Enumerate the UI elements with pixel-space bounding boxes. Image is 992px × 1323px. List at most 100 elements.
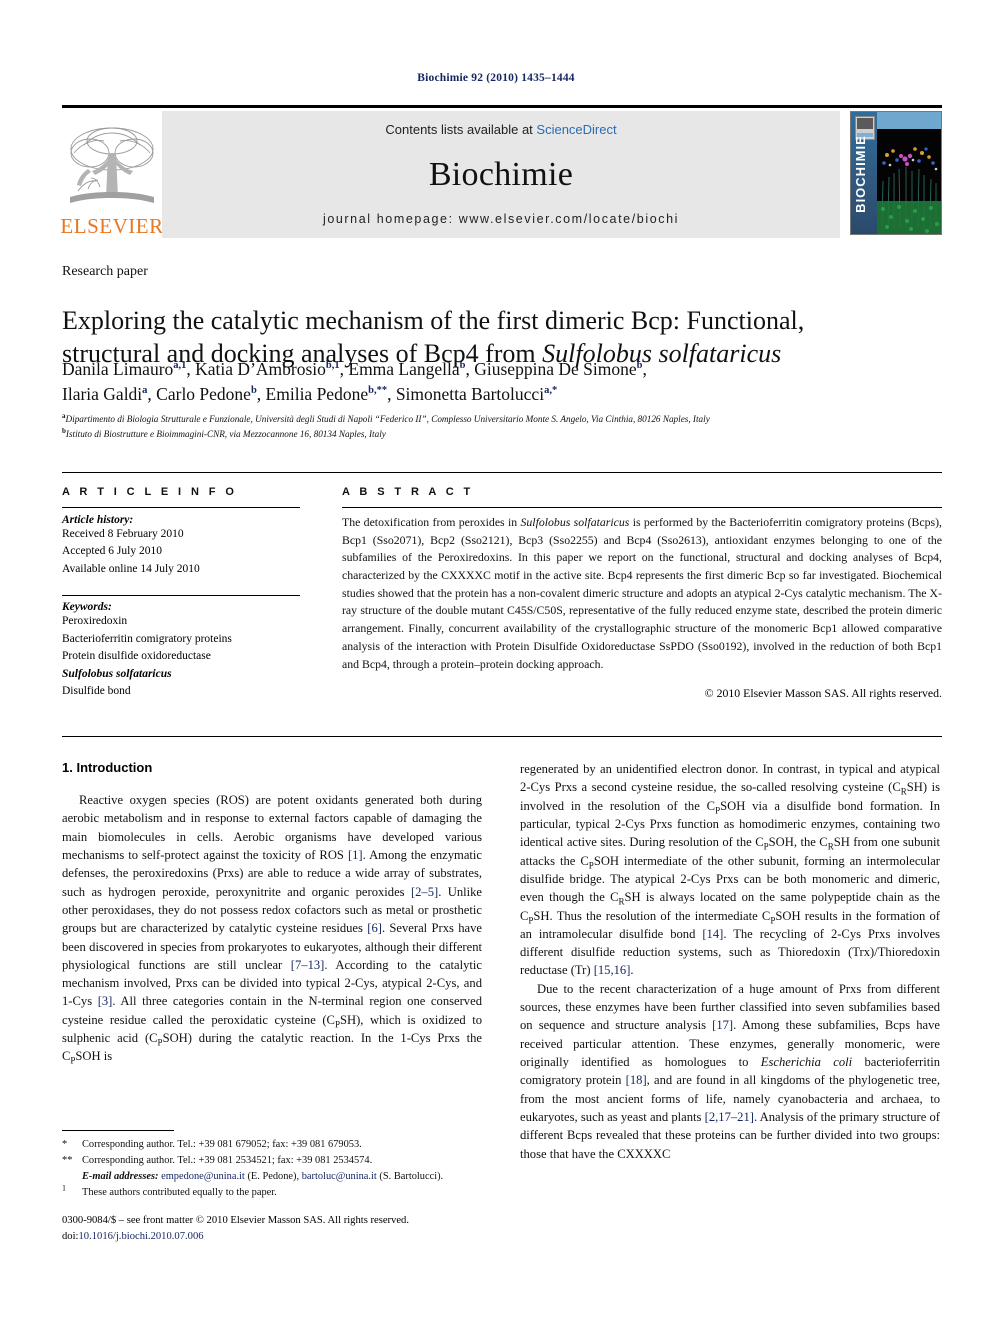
cover-journal-name: BIOCHIMIE — [853, 135, 868, 213]
keyword-item: Peroxiredoxin — [62, 615, 128, 628]
author-separator: , — [387, 383, 396, 404]
email-owner-pedone: (E. Pedone), — [247, 1171, 300, 1183]
footnote-text: These authors contributed equally to the… — [82, 1187, 277, 1199]
email-link-bartolucci[interactable]: bartoluc@unina.it — [302, 1171, 377, 1182]
elsevier-logo: ELSEVIER — [60, 111, 164, 238]
divider-abstract-top — [342, 507, 942, 508]
keyword-item: Protein disulfide oxidoreductase — [62, 650, 211, 663]
author-name: Simonetta Bartolucci — [395, 383, 545, 404]
abstract-heading: A B S T R A C T — [342, 486, 474, 498]
author: Danila Limauroa,1, — [62, 359, 195, 379]
author: Carlo Pedoneb, — [156, 384, 265, 404]
divider-above-abstract — [62, 472, 942, 473]
author-affiliation-mark: a,* — [544, 385, 558, 397]
doi-label: doi: — [62, 1230, 79, 1242]
author: Giuseppina De Simoneb, — [474, 359, 647, 379]
footnote-mark: * — [62, 1139, 68, 1150]
divider-info-top — [62, 507, 300, 508]
divider-keywords-top — [62, 595, 300, 597]
keyword-item: Bacterioferritin comigratory proteins — [62, 632, 232, 645]
footnote-block: * Corresponding author. Tel.: +39 081 679… — [62, 1130, 482, 1202]
keywords-block: Keywords: Peroxiredoxin Bacterioferritin… — [62, 595, 300, 700]
keyword-item: Disulfide bond — [62, 685, 131, 698]
elsevier-wordmark: ELSEVIER — [60, 214, 164, 238]
doi-line: doi:10.1016/j.biochi.2010.07.006 — [62, 1229, 522, 1245]
abstract-copyright: © 2010 Elsevier Masson SAS. All rights r… — [704, 686, 942, 701]
affiliation-text: Istituto di Biostrutture e Bioimmagini-C… — [65, 428, 386, 439]
author-separator: , — [465, 359, 475, 379]
article-info-heading: A R T I C L E I N F O — [62, 486, 238, 498]
author: Katia D’Ambrosiob,1, — [195, 359, 348, 379]
email-addresses-label: E-mail addresses: — [82, 1171, 159, 1183]
footnote-corresponding-2: ** Corresponding author. Tel.: +39 081 25… — [62, 1153, 482, 1169]
affiliation-text: Dipartimento di Biologia Strutturale e F… — [65, 414, 710, 424]
author-name: Emilia Pedone — [265, 383, 369, 404]
author: Emma Langellab, — [348, 359, 474, 379]
cover-top-band — [877, 112, 941, 129]
author-affiliation-mark: b,1 — [325, 360, 340, 372]
history-accepted: Accepted 6 July 2010 — [62, 545, 162, 558]
journal-title: Biochimie — [428, 155, 574, 193]
footnote-equal-contribution: 1 These authors contributed equally to th… — [62, 1183, 482, 1201]
masthead-center: Contents lists available at ScienceDirec… — [162, 111, 840, 238]
footnote-divider — [62, 1130, 174, 1131]
running-head: Biochimie 92 (2010) 1435–1444 — [417, 72, 575, 84]
author-list: Danila Limauroa,1, Katia D’Ambrosiob,1, … — [62, 357, 922, 407]
abstract-block: A B S T R A C T The detoxification from … — [342, 486, 942, 701]
paragraph-intro-left: Reactive oxygen species (ROS) are potent… — [62, 793, 483, 1066]
article-info-block: A R T I C L E I N F O Article history: R… — [62, 486, 300, 701]
doi-link[interactable]: 10.1016/j.biochi.2010.07.006 — [78, 1231, 203, 1242]
author-name: Ilaria Galdi — [62, 383, 143, 404]
article-type-label: Research paper — [62, 264, 148, 279]
keyword-item: Sulfolobus solfataricus — [62, 667, 172, 680]
contents-available-line: Contents lists available at ScienceDirec… — [385, 122, 616, 137]
footnote-mark: 1 — [62, 1183, 66, 1193]
author-affiliation-mark: b,** — [368, 385, 388, 397]
abstract-part-2: is performed by the Bacterioferritin com… — [342, 515, 942, 671]
author-separator: , — [642, 359, 647, 379]
email-link-pedone[interactable]: empedone@unina.it — [161, 1171, 245, 1182]
cover-molecular-art-icon — [877, 129, 941, 234]
affiliation-b: bIstituto di Biostrutture e Bioimmagini-… — [62, 427, 942, 442]
section-heading-introduction: 1. Introduction — [62, 760, 153, 775]
journal-masthead: ELSEVIER Contents lists available at Sci… — [60, 105, 942, 238]
author-separator: , — [147, 383, 157, 404]
footnote-mark: ** — [62, 1155, 73, 1167]
author-separator: , — [186, 359, 196, 379]
author-separator: , — [256, 383, 266, 404]
divider-below-abstract — [62, 736, 942, 737]
footnote-corresponding-1: * Corresponding author. Tel.: +39 081 679… — [62, 1137, 482, 1153]
front-matter-line: 0300-9084/$ – see front matter © 2010 El… — [62, 1215, 409, 1226]
article-history-label: Article history: — [62, 514, 134, 526]
paragraph-intro-right-2: Due to the recent characterization of a … — [520, 981, 941, 1161]
journal-homepage[interactable]: journal homepage: www.elsevier.com/locat… — [323, 212, 679, 226]
paragraph-intro-right-1: regenerated by an unidentified electron … — [520, 762, 941, 978]
contents-prefix: Contents lists available at — [385, 122, 537, 137]
keywords-label: Keywords: — [62, 601, 112, 614]
history-available-online: Available online 14 July 2010 — [62, 562, 200, 575]
imprint-block: 0300-9084/$ – see front matter © 2010 El… — [62, 1213, 522, 1245]
author-name: Emma Langella — [348, 359, 460, 379]
title-line-1: Exploring the catalytic mechanism of the… — [62, 306, 805, 336]
cover-artwork — [877, 129, 941, 234]
email-owner-bartolucci: (S. Bartolucci). — [379, 1171, 444, 1183]
sciencedirect-link[interactable]: ScienceDirect — [536, 122, 616, 137]
history-received: Received 8 February 2010 — [62, 528, 184, 540]
abstract-part-1: The detoxification from peroxides in — [342, 515, 521, 529]
journal-article-first-page: Biochimie 92 (2010) 1435–1444 ELSEVIER C… — [0, 0, 992, 1323]
affiliation-list: aDipartimento di Biologia Strutturale e … — [62, 412, 942, 442]
body-column-left: 1. Introduction Reactive oxygen species … — [62, 760, 482, 1066]
footnote-emails: E-mail addresses: empedone@unina.it (E. … — [62, 1169, 482, 1185]
author: Ilaria Galdia, — [62, 384, 156, 404]
affiliation-a: aDipartimento di Biologia Strutturale e … — [62, 412, 942, 427]
footnote-text: Corresponding author. Tel.: +39 081 6790… — [82, 1139, 362, 1150]
elsevier-tree-icon — [70, 127, 154, 203]
journal-cover-thumbnail: BIOCHIMIE — [850, 111, 942, 235]
abstract-species-italic: Sulfolobus solfataricus — [520, 515, 630, 529]
author-name: Giuseppina De Simone — [474, 359, 637, 379]
author-name: Danila Limauro — [62, 359, 174, 379]
author-name: Katia D’Ambrosio — [195, 359, 326, 379]
footnote-text: Corresponding author. Tel.: +39 081 2534… — [82, 1155, 373, 1167]
author-name: Carlo Pedone — [156, 383, 251, 404]
author: Simonetta Bartoluccia,* — [396, 384, 557, 404]
